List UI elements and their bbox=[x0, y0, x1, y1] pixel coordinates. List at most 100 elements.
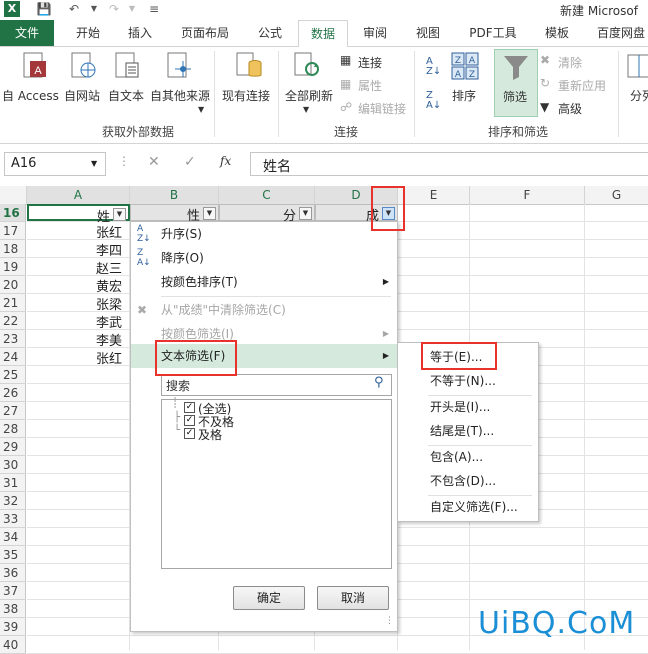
pass-checkbox[interactable]: ✓ bbox=[184, 428, 195, 439]
name-cell[interactable]: 赵三 bbox=[96, 258, 122, 277]
cell-a16[interactable]: 姓 ▼ bbox=[27, 204, 130, 225]
properties-button[interactable]: 属性 bbox=[358, 77, 382, 94]
contains-item[interactable]: 包含(A)... bbox=[398, 445, 538, 469]
tab-home[interactable]: 开始 bbox=[66, 20, 110, 46]
reapply-button[interactable]: 重新应用 bbox=[558, 77, 606, 94]
redo-icon[interactable]: ↷ bbox=[106, 1, 122, 17]
row-header[interactable]: 25 bbox=[0, 366, 26, 384]
filter-button[interactable]: 筛选 bbox=[494, 49, 538, 117]
name-cell[interactable]: 张红 bbox=[96, 348, 122, 367]
tab-formulas[interactable]: 公式 bbox=[250, 20, 290, 46]
sort-by-color-item[interactable]: 按颜色排序(T) ▶ bbox=[131, 270, 397, 294]
tab-baidu-netdisk[interactable]: 百度网盘 bbox=[590, 20, 648, 46]
filter-dropdown-b-icon[interactable]: ▼ bbox=[203, 207, 216, 220]
row-header[interactable]: 27 bbox=[0, 402, 26, 420]
undo-icon[interactable]: ↶ bbox=[66, 1, 82, 17]
from-web-button[interactable]: 自网站 bbox=[64, 87, 100, 104]
does-not-contain-item[interactable]: 不包含(D)... bbox=[398, 469, 538, 493]
row-header[interactable]: 19 bbox=[0, 258, 26, 276]
from-other-sources-button[interactable]: 自其他来源 bbox=[150, 87, 210, 104]
fail-checkbox[interactable]: ✓ bbox=[184, 415, 195, 426]
tab-view[interactable]: 视图 bbox=[406, 20, 450, 46]
row-header[interactable]: 40 bbox=[0, 636, 26, 654]
refresh-dropdown-icon[interactable]: ▼ bbox=[303, 105, 309, 114]
existing-connections-button[interactable]: 现有连接 bbox=[222, 87, 270, 104]
begins-with-item[interactable]: 开头是(I)... bbox=[398, 395, 538, 419]
sort-button[interactable]: 排序 bbox=[452, 87, 476, 104]
confirm-entry-icon[interactable]: ✓ bbox=[184, 154, 196, 170]
other-sources-dropdown-icon[interactable]: ▼ bbox=[198, 105, 204, 114]
row-header[interactable]: 38 bbox=[0, 600, 26, 618]
row-header[interactable]: 39 bbox=[0, 618, 26, 636]
row-header[interactable]: 24 bbox=[0, 348, 26, 366]
redo-dropdown-icon[interactable]: ▼ bbox=[124, 1, 140, 17]
row-header[interactable]: 17 bbox=[0, 222, 26, 240]
name-cell[interactable]: 黄宏 bbox=[96, 276, 122, 295]
select-all-checkbox[interactable]: ✓ bbox=[184, 402, 195, 413]
formula-input[interactable]: 姓名 bbox=[250, 152, 648, 176]
row-header[interactable]: 36 bbox=[0, 564, 26, 582]
row-header[interactable]: 21 bbox=[0, 294, 26, 312]
name-cell[interactable]: 李四 bbox=[96, 240, 122, 259]
tab-insert[interactable]: 插入 bbox=[120, 20, 160, 46]
name-cell[interactable]: 李美 bbox=[96, 330, 122, 349]
row-header[interactable]: 33 bbox=[0, 510, 26, 528]
tab-review[interactable]: 审阅 bbox=[354, 20, 396, 46]
refresh-all-button[interactable]: 全部刷新 bbox=[285, 87, 333, 104]
sort-descending-item[interactable]: Z A↓ 降序(O) bbox=[131, 246, 397, 270]
column-header-c[interactable]: C bbox=[219, 186, 315, 204]
insert-function-icon[interactable]: fx bbox=[220, 154, 231, 168]
row-header[interactable]: 23 bbox=[0, 330, 26, 348]
search-input[interactable]: 搜索 ⚲ bbox=[161, 374, 392, 396]
name-box-dropdown-icon[interactable]: ▼ bbox=[91, 159, 97, 168]
row-header[interactable]: 20 bbox=[0, 276, 26, 294]
clear-filter-item[interactable]: ✖ 从"成绩"中清除筛选(C) bbox=[131, 298, 397, 322]
not-equals-item[interactable]: 不等于(N)... bbox=[398, 369, 538, 393]
sort-descending-icon[interactable]: Z A↓ bbox=[426, 91, 441, 111]
filter-dropdown-a-icon[interactable]: ▼ bbox=[113, 208, 126, 221]
tab-pdf-tools[interactable]: PDF工具 bbox=[462, 20, 524, 46]
clear-button[interactable]: 清除 bbox=[558, 54, 582, 71]
name-cell[interactable]: 李武 bbox=[96, 312, 122, 331]
ends-with-item[interactable]: 结尾是(T)... bbox=[398, 419, 538, 443]
row-header[interactable]: 16 bbox=[0, 204, 26, 222]
row-header[interactable]: 35 bbox=[0, 546, 26, 564]
tab-page-layout[interactable]: 页面布局 bbox=[172, 20, 238, 46]
row-header[interactable]: 26 bbox=[0, 384, 26, 402]
sort-ascending-icon[interactable]: A Z↓ bbox=[426, 57, 441, 77]
cancel-entry-icon[interactable]: ✕ bbox=[148, 154, 160, 170]
name-box[interactable]: A16 ▼ bbox=[4, 152, 106, 176]
cancel-button[interactable]: 取消 bbox=[317, 586, 389, 610]
column-header-b[interactable]: B bbox=[130, 186, 219, 204]
cell-b16[interactable]: 性 ▼ bbox=[130, 204, 219, 224]
select-all-corner[interactable] bbox=[0, 186, 27, 204]
name-cell[interactable]: 张红 bbox=[96, 222, 122, 241]
resize-grip-icon[interactable]: ⋮ bbox=[385, 616, 394, 626]
tab-data[interactable]: 数据 bbox=[298, 20, 348, 48]
edit-links-button[interactable]: 编辑链接 bbox=[358, 100, 406, 117]
save-icon[interactable]: 💾 bbox=[36, 1, 52, 17]
row-header[interactable]: 34 bbox=[0, 528, 26, 546]
filter-dropdown-c-icon[interactable]: ▼ bbox=[299, 207, 312, 220]
ok-button[interactable]: 确定 bbox=[233, 586, 305, 610]
column-header-a[interactable]: A bbox=[27, 186, 130, 204]
advanced-button[interactable]: 高级 bbox=[558, 100, 582, 117]
row-header[interactable]: 37 bbox=[0, 582, 26, 600]
from-access-button[interactable]: 自 Access bbox=[2, 87, 59, 104]
column-header-e[interactable]: E bbox=[398, 186, 470, 204]
row-header[interactable]: 22 bbox=[0, 312, 26, 330]
connections-button[interactable]: 连接 bbox=[358, 54, 382, 71]
row-header[interactable]: 30 bbox=[0, 456, 26, 474]
row-header[interactable]: 28 bbox=[0, 420, 26, 438]
column-header-f[interactable]: F bbox=[470, 186, 585, 204]
from-text-button[interactable]: 自文本 bbox=[108, 87, 144, 104]
tab-templates[interactable]: 模板 bbox=[534, 20, 580, 46]
row-header[interactable]: 31 bbox=[0, 474, 26, 492]
custom-filter-item[interactable]: 自定义筛选(F)... bbox=[398, 495, 538, 519]
customize-quick-access-icon[interactable]: ≡ bbox=[146, 1, 162, 17]
text-to-columns-button[interactable]: 分列 bbox=[630, 87, 648, 104]
sort-ascending-item[interactable]: A Z↓ 升序(S) bbox=[131, 222, 397, 246]
row-header[interactable]: 32 bbox=[0, 492, 26, 510]
row-header[interactable]: 29 bbox=[0, 438, 26, 456]
column-header-g[interactable]: G bbox=[585, 186, 648, 204]
